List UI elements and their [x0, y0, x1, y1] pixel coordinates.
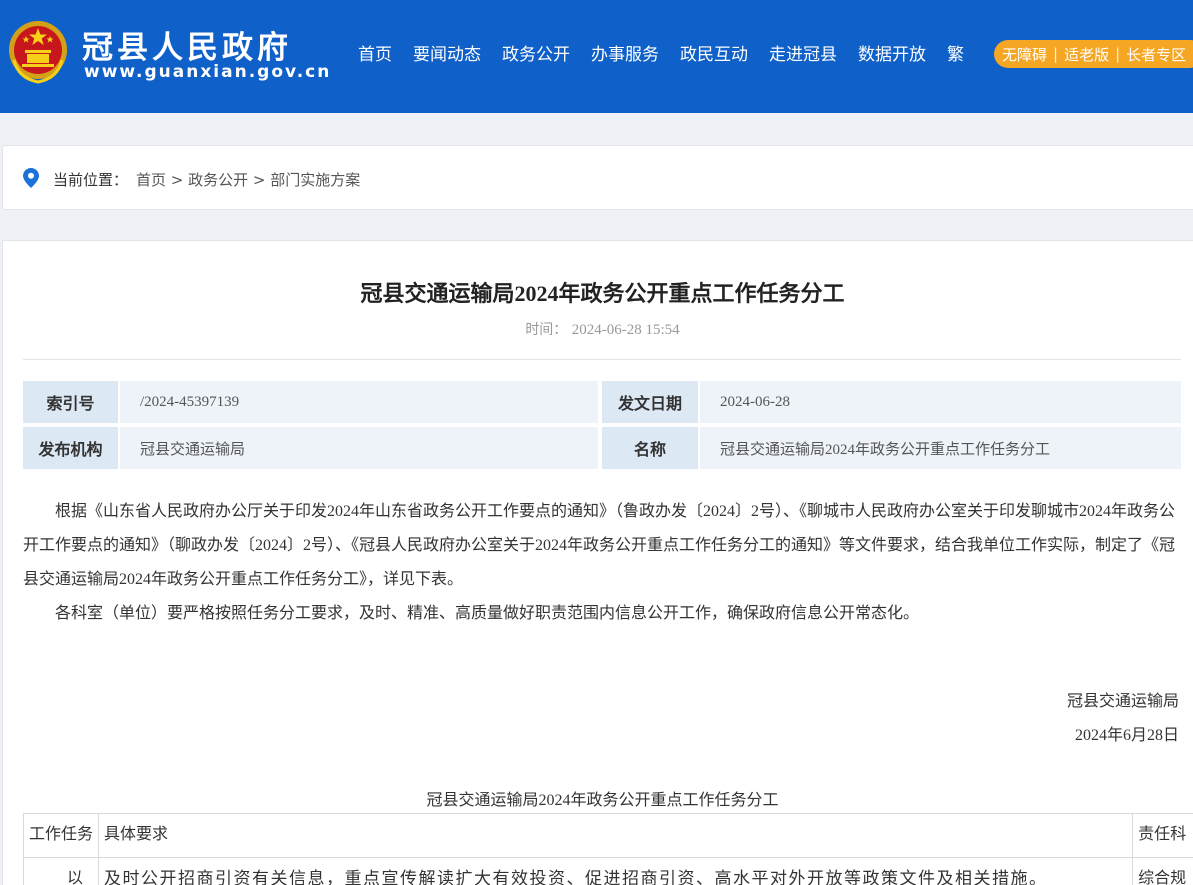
article-panel: 冠县交通运输局2024年政务公开重点工作任务分工 时间： 2024-06-28 … — [2, 240, 1193, 885]
elderly-mode-link[interactable]: 适老版 — [1064, 44, 1109, 65]
meta-row: 发布机构 冠县交通运输局 名称 冠县交通运输局2024年政务公开重点工作任务分工 — [23, 427, 1181, 469]
signature-date: 2024年6月28日 — [1074, 727, 1179, 744]
table-cell-requirement: 及时公开招商引资有关信息，重点宣传解读扩大有效投资、促进招商引资、高水平对外开放… — [98, 857, 1134, 885]
table-header-responsible: 责任科 — [1132, 813, 1193, 858]
index-value: /2024-45397139 — [120, 381, 598, 423]
org-value: 冠县交通运输局 — [120, 427, 598, 469]
breadcrumb-gov-affairs[interactable]: 政务公开 — [188, 171, 248, 189]
nav-item-traditional-chinese[interactable]: 繁 — [947, 40, 964, 65]
nav-item-news[interactable]: 要闻动态 — [413, 40, 481, 65]
table-cell-task: 以 — [22, 857, 100, 885]
accessibility-bar: 无障碍 | 适老版 | 长者专区 — [994, 40, 1193, 68]
divider: | — [1115, 45, 1121, 63]
divider — [23, 359, 1181, 360]
accessibility-link[interactable]: 无障碍 — [1002, 44, 1047, 65]
meta-row: 索引号 /2024-45397139 发文日期 2024-06-28 — [23, 381, 1181, 423]
index-label: 索引号 — [23, 381, 118, 423]
body-paragraph: 各科室（单位）要严格按照任务分工要求，及时、精准、高质量做好职责范围内信息公开工… — [55, 605, 920, 622]
signature-org: 冠县交通运输局 — [1066, 693, 1179, 710]
article-time: 时间： 2024-06-28 15:54 — [3, 319, 1193, 339]
breadcrumb-home[interactable]: 首页 — [136, 171, 166, 189]
table-header-row: 工作任务 具体要求 责任科 — [22, 813, 1193, 858]
article-title: 冠县交通运输局2024年政务公开重点工作任务分工 — [360, 281, 845, 306]
senior-zone-link[interactable]: 长者专区 — [1126, 44, 1186, 65]
divider: | — [1053, 45, 1059, 63]
site-url[interactable]: www.guanxian.gov.cn — [84, 62, 331, 82]
site-name[interactable]: 冠县人民政府 — [82, 22, 292, 67]
nav-item-home[interactable]: 首页 — [358, 40, 392, 65]
nav-item-interaction[interactable]: 政民互动 — [680, 40, 748, 65]
table-title: 冠县交通运输局2024年政务公开重点工作任务分工 — [426, 792, 779, 809]
article-body: 根据《山东省人民政府办公厅关于印发2024年山东省政务公开工作要点的通知》（鲁政… — [23, 495, 1183, 631]
breadcrumb-separator: > — [166, 171, 189, 189]
date-label: 发文日期 — [602, 381, 698, 423]
breadcrumb-dept-plans[interactable]: 部门实施方案 — [270, 171, 360, 189]
time-value: 2024-06-28 15:54 — [571, 322, 680, 338]
breadcrumb-label: 当前位置： — [53, 171, 129, 189]
breadcrumb-separator: > — [248, 171, 271, 189]
body-paragraph: 根据《山东省人民政府办公厅关于印发2024年山东省政务公开工作要点的通知》（鲁政… — [23, 503, 1176, 588]
nav-item-about[interactable]: 走进冠县 — [769, 40, 837, 65]
main-nav: 首页 要闻动态 政务公开 办事服务 政民互动 走进冠县 数据开放 繁 — [358, 40, 964, 65]
national-emblem-icon[interactable] — [8, 20, 68, 84]
nav-item-services[interactable]: 办事服务 — [591, 40, 659, 65]
table-cell-responsible: 综合规 — [1132, 857, 1193, 885]
nav-item-open-data[interactable]: 数据开放 — [858, 40, 926, 65]
time-label: 时间： — [525, 322, 568, 338]
site-header: 冠县人民政府 www.guanxian.gov.cn 首页 要闻动态 政务公开 … — [0, 0, 1193, 113]
table-header-requirement: 具体要求 — [98, 813, 1134, 858]
location-pin-icon — [23, 168, 39, 188]
doc-name-label: 名称 — [602, 427, 698, 469]
breadcrumb-path: 首页 > 政务公开 > 部门实施方案 — [136, 169, 360, 190]
org-label: 发布机构 — [23, 427, 118, 469]
table-row: 以 及时公开招商引资有关信息，重点宣传解读扩大有效投资、促进招商引资、高水平对外… — [22, 857, 1193, 885]
task-table: 工作任务 具体要求 责任科 以 及时公开招商引资有关信息，重点宣传解读扩大有效投… — [22, 813, 1193, 885]
meta-table: 索引号 /2024-45397139 发文日期 2024-06-28 发布机构 … — [23, 381, 1181, 473]
doc-name-value: 冠县交通运输局2024年政务公开重点工作任务分工 — [700, 427, 1181, 469]
date-value: 2024-06-28 — [700, 381, 1181, 423]
breadcrumb: 当前位置： 首页 > 政务公开 > 部门实施方案 — [2, 145, 1193, 210]
nav-item-gov-affairs[interactable]: 政务公开 — [502, 40, 570, 65]
table-header-task: 工作任务 — [22, 813, 100, 858]
